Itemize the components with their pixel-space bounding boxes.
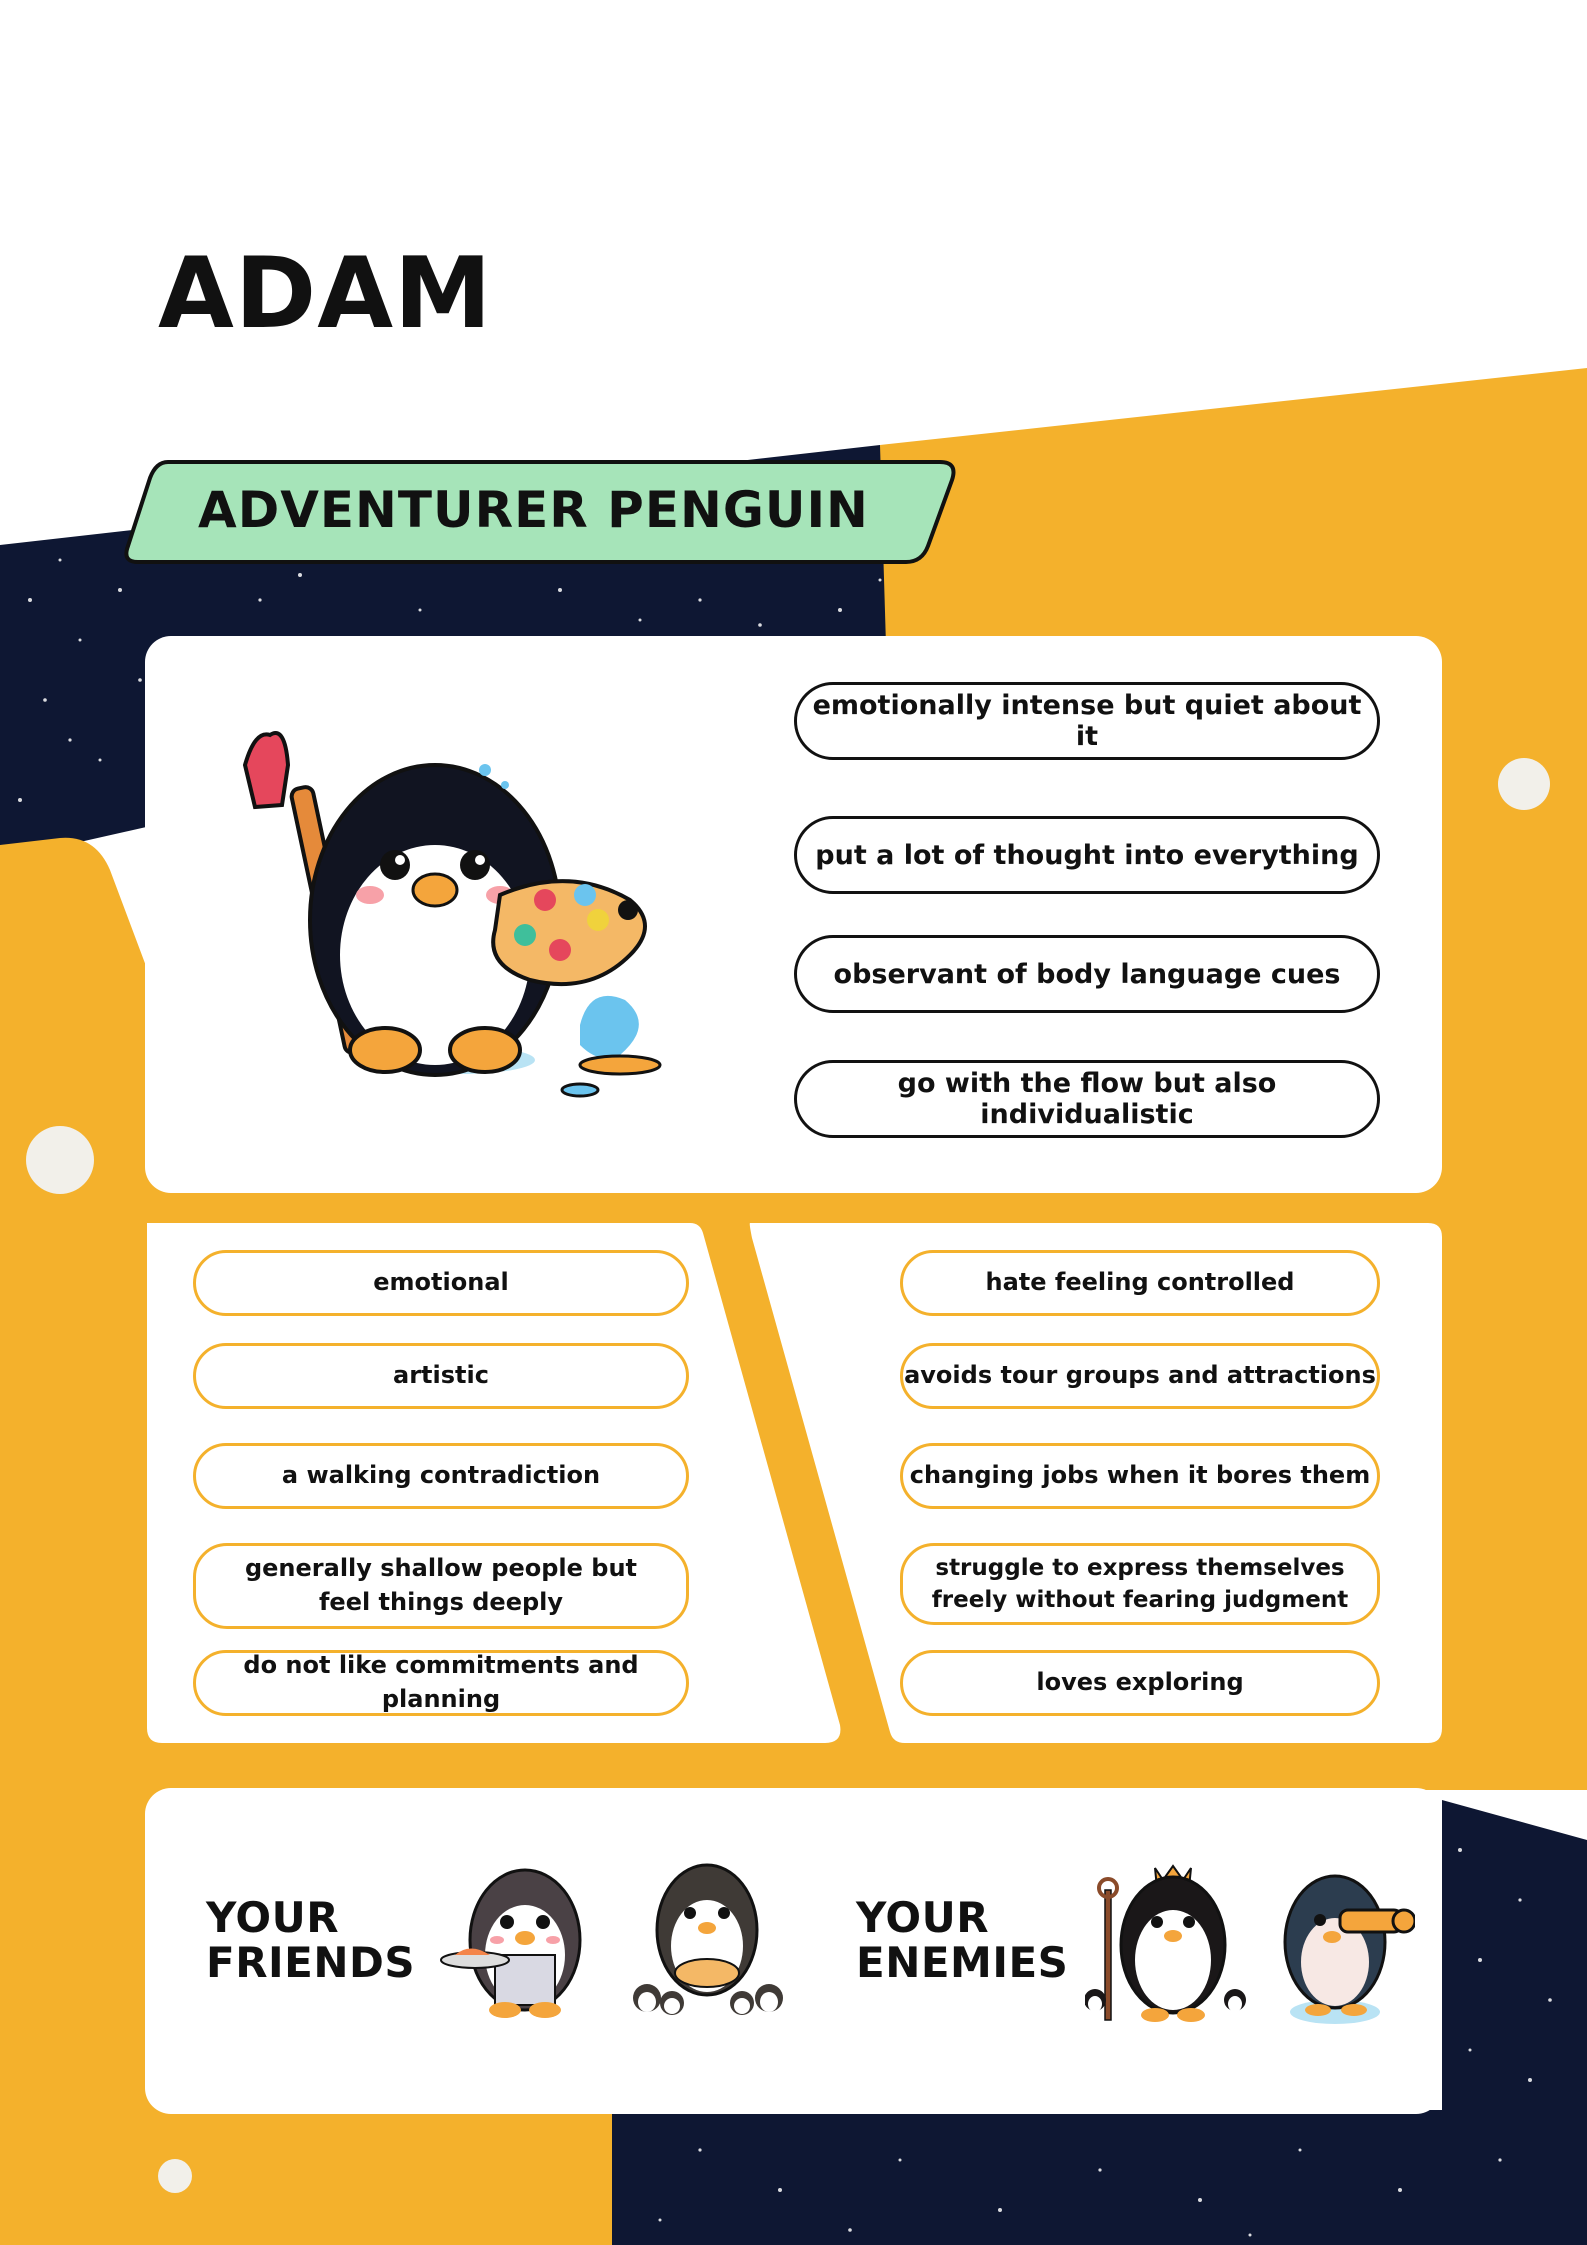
right-trait-pill: struggle to express themselves freely wi… [900, 1543, 1380, 1625]
left-trait-pill: generally shallow people but feel things… [193, 1543, 689, 1629]
main-trait-pill: emotionally intense but quiet about it [794, 682, 1380, 760]
profile-name: ADAM [158, 237, 493, 351]
artist-penguin-icon [242, 731, 662, 1098]
left-trait-pill: a walking contradiction [193, 1443, 689, 1509]
friends-label: YOUR FRIENDS [206, 1893, 416, 1988]
main-trait-pill: go with the flow but also individualisti… [794, 1060, 1380, 1138]
enemies-label: YOUR ENEMIES [856, 1893, 1069, 1988]
left-trait-pill: do not like commitments and planning [193, 1650, 689, 1716]
right-trait-pill: avoids tour groups and attractions [900, 1343, 1380, 1409]
right-trait-pill: hate feeling controlled [900, 1250, 1380, 1316]
explorer-penguin-telescope-icon [1283, 1874, 1415, 2024]
main-trait-pill: put a lot of thought into everything [794, 816, 1380, 894]
left-trait-pill: emotional [193, 1250, 689, 1316]
profile-title-banner: ADVENTURER PENGUIN [120, 458, 960, 568]
king-penguin-icon [1085, 1864, 1246, 2022]
left-trait-pill: artistic [193, 1343, 689, 1409]
right-trait-pill: changing jobs when it bores them [900, 1443, 1380, 1509]
baker-penguin-family-icon [633, 1863, 783, 2015]
right-trait-pill: loves exploring [900, 1650, 1380, 1716]
profile-title: ADVENTURER PENGUIN [198, 481, 869, 539]
main-trait-pill: observant of body language cues [794, 935, 1380, 1013]
chef-penguin-icon [440, 1868, 582, 2018]
